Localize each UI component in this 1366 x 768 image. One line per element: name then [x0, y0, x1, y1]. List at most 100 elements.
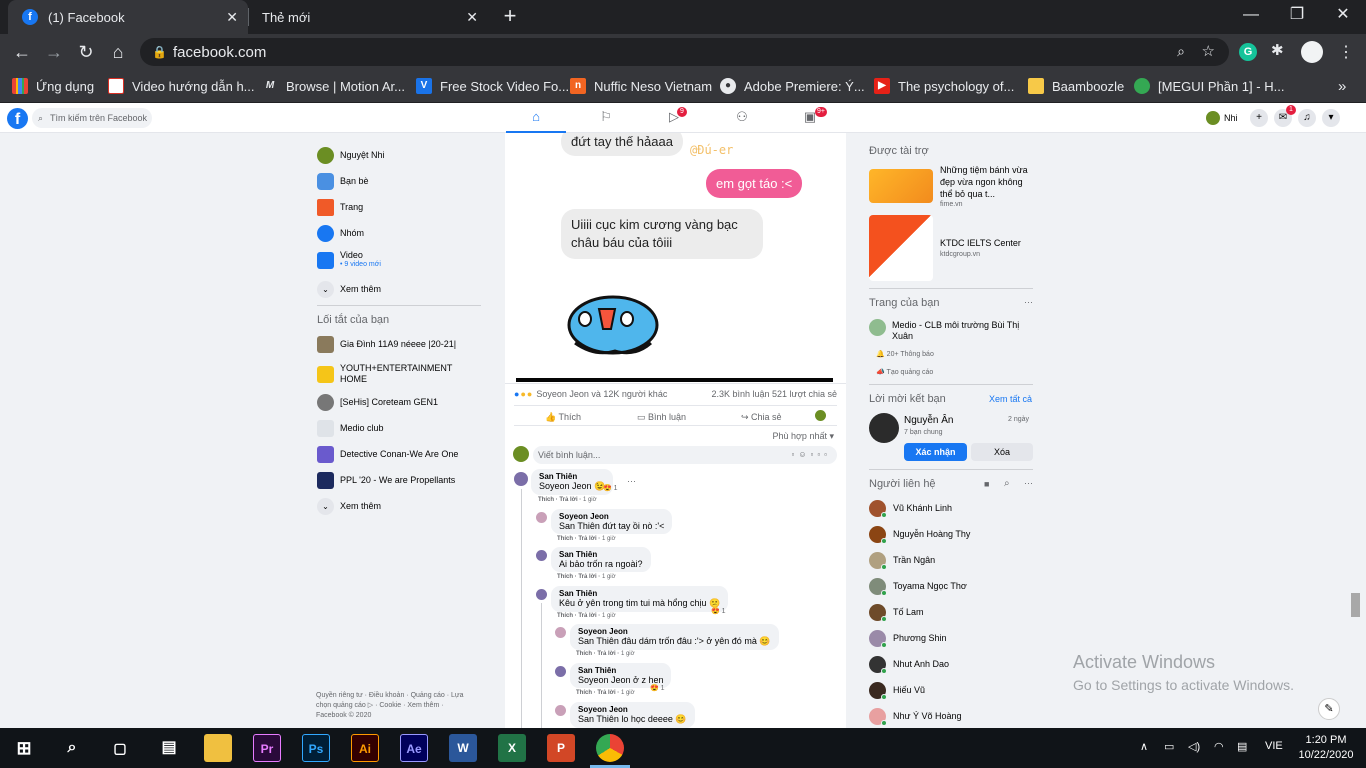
excel-icon[interactable]: X [498, 734, 526, 762]
create-button[interactable]: + [1250, 109, 1268, 127]
contact-item[interactable]: Vũ Khánh Linh [869, 499, 952, 518]
contact-item[interactable]: Như Ý Võ Hoàng [869, 707, 962, 726]
confirm-button[interactable]: Xác nhận [904, 443, 967, 461]
create-ad-row[interactable]: 📣 Tạo quảng cáo [876, 368, 933, 376]
comment-actions[interactable]: Thích · Trả lời · 1 giờ [557, 574, 616, 580]
new-tab-button[interactable]: + [498, 5, 522, 29]
notifications-bell-icon[interactable]: ♫ [1298, 109, 1316, 127]
delete-button[interactable]: Xóa [971, 443, 1033, 461]
bookmark-apps[interactable]: Ứng dụng [12, 76, 94, 96]
powerpoint-icon[interactable]: P [547, 734, 575, 762]
page-name[interactable]: Medio - CLB môi trường Bùi Thị Xuân [892, 320, 1032, 342]
facebook-logo-icon[interactable]: f [7, 108, 28, 129]
audience-avatar[interactable] [815, 410, 826, 421]
shortcut-item[interactable]: Detective Conan-We Are One [317, 444, 458, 464]
more-dots-icon[interactable]: ··· [1024, 297, 1033, 307]
sidebar-item-friends[interactable]: Bạn bè [317, 171, 369, 191]
see-all-link[interactable]: Xem tất cả [989, 394, 1032, 404]
tab-home[interactable]: ⌂ [506, 103, 566, 133]
bookmark-item[interactable]: ● Adobe Premiere: Ý... [720, 76, 865, 96]
search-icon[interactable]: ⌕ [1004, 478, 1010, 489]
illustrator-icon[interactable]: Ai [351, 734, 379, 762]
requester-name[interactable]: Nguyễn Ân [904, 415, 953, 426]
forward-arrow-icon[interactable]: → [42, 40, 66, 64]
action-center-icon[interactable]: ▤ [1237, 740, 1247, 753]
avatar[interactable] [869, 413, 899, 443]
close-tab-icon[interactable]: ✕ [466, 9, 478, 26]
new-message-compose-icon[interactable]: ✎ [1318, 698, 1340, 720]
video-call-icon[interactable]: ■ [984, 479, 989, 489]
shortcuts-see-more[interactable]: ⌄ Xem thêm [317, 496, 381, 516]
bookmark-item[interactable]: [MEGUI Phần 1] - H... [1134, 76, 1284, 96]
tab-facebook[interactable]: f (1) Facebook ✕ [8, 0, 248, 34]
file-explorer-icon[interactable] [204, 734, 232, 762]
comment-actions[interactable]: Thích · Trả lời · 1 giờ [557, 536, 616, 542]
windows-start-icon[interactable]: ⊞ [10, 734, 38, 762]
volume-icon[interactable]: ◁) [1188, 740, 1200, 753]
minimize-button[interactable]: — [1228, 0, 1274, 30]
photoshop-icon[interactable]: Ps [302, 734, 330, 762]
after-effects-icon[interactable]: Ae [400, 734, 428, 762]
shortcut-item[interactable]: YOUTH+ENTERTAINMENT HOME [317, 362, 467, 386]
contact-item[interactable]: Nguyễn Hoàng Thy [869, 525, 970, 544]
close-tab-icon[interactable]: ✕ [226, 9, 238, 26]
bookmark-item[interactable]: Video hướng dẫn h... [108, 76, 255, 96]
bookmark-item[interactable]: ▶ The psychology of... [874, 76, 1014, 96]
comment-more-icon[interactable]: ··· [627, 476, 636, 486]
contact-item[interactable]: Toyama Ngọc Thơ [869, 577, 967, 596]
wifi-icon[interactable]: ◠ [1214, 740, 1224, 753]
address-bar[interactable]: 🔒 facebook.com ⌕ ☆ [140, 38, 1229, 66]
comment-tools-icons[interactable]: ▫☺▫▫▫ [791, 446, 831, 464]
bookmark-item[interactable]: M Browse | Motion Ar... [262, 76, 405, 96]
comment-button[interactable]: ▭ Bình luận [637, 412, 686, 423]
ad-image[interactable] [869, 169, 933, 203]
sidebar-item-video[interactable]: Video • 9 video mới [317, 247, 381, 273]
profile-link[interactable]: Nhi [1206, 109, 1238, 127]
shortcut-item[interactable]: Gia Đình 11A9 néeee |20-21| [317, 334, 456, 354]
reload-icon[interactable]: ↻ [74, 40, 98, 64]
shortcut-item[interactable]: [SeHis] Coreteam GEN1 [317, 392, 438, 412]
bookmark-item[interactable]: n Nuffic Neso Vietnam [570, 76, 712, 96]
zoom-icon[interactable]: ⌕ [1177, 43, 1185, 60]
comment-input[interactable]: Viết bình luận... ▫☺▫▫▫ [533, 446, 837, 464]
contact-item[interactable]: Nhut Anh Dao [869, 655, 949, 674]
contact-item[interactable]: Hiếu Vũ [869, 681, 925, 700]
contact-item[interactable]: Tố Lam [869, 603, 924, 622]
bookmark-item[interactable]: V Free Stock Video Fo... [416, 76, 569, 96]
like-button[interactable]: 👍 Thích [545, 412, 581, 423]
contact-item[interactable]: Trần Ngân [869, 551, 935, 570]
chrome-icon[interactable] [596, 734, 624, 762]
restore-button[interactable]: ❐ [1274, 0, 1320, 30]
tab-watch[interactable]: ▷ 9 [644, 103, 704, 133]
tab-gaming[interactable]: ▣ 9+ [780, 103, 840, 133]
sidebar-item-groups[interactable]: Nhóm [317, 223, 364, 243]
comment-actions[interactable]: Thích · Trả lời · 1 giờ [576, 651, 635, 657]
sidebar-item-profile[interactable]: Nguyệt Nhi [317, 145, 385, 165]
post-stats[interactable]: 2.3K bình luận 521 lượt chia sẻ [711, 389, 837, 399]
task-view-icon[interactable]: ▢ [106, 734, 134, 762]
comment-actions[interactable]: Thích · Trả lời · 1 giờ [538, 497, 597, 503]
notifications-row[interactable]: 🔔 20+ Thông báo [876, 350, 934, 358]
home-icon[interactable]: ⌂ [106, 40, 130, 64]
language-indicator[interactable]: VIE [1265, 740, 1283, 752]
bookmark-item[interactable]: Baamboozle [1028, 76, 1124, 96]
profile-avatar[interactable] [1301, 41, 1323, 63]
page-scrollbar-thumb[interactable] [1351, 593, 1360, 617]
ad-text[interactable]: KTDC IELTS Center [940, 238, 1021, 248]
tab-new[interactable]: Thẻ mới ✕ [248, 0, 488, 34]
sidebar-item-pages[interactable]: Trang [317, 197, 363, 217]
footer-links[interactable]: Quyền riêng tư · Điều khoản · Quảng cáo … [316, 691, 476, 721]
contact-item[interactable]: Phương Shin [869, 629, 946, 648]
comment-actions[interactable]: Thích · Trả lời · 1 giờ [557, 613, 616, 619]
more-dots-icon[interactable]: ··· [1024, 478, 1033, 488]
star-bookmark-icon[interactable]: ☆ [1202, 42, 1215, 60]
tab-groups[interactable]: ⚇ [712, 103, 772, 133]
share-button[interactable]: ↪ Chia sẻ [741, 412, 782, 423]
word-icon[interactable]: W [449, 734, 477, 762]
close-window-button[interactable]: ✕ [1320, 0, 1366, 30]
tab-pages[interactable]: ⚐ [576, 103, 636, 133]
search-icon[interactable]: ⌕ [58, 734, 86, 762]
extensions-puzzle-icon[interactable]: ✱ [1271, 41, 1284, 59]
ad-text[interactable]: Những tiệm bánh vừa đẹp vừa ngon không t… [940, 164, 1032, 200]
battery-icon[interactable]: ▭ [1164, 740, 1174, 753]
